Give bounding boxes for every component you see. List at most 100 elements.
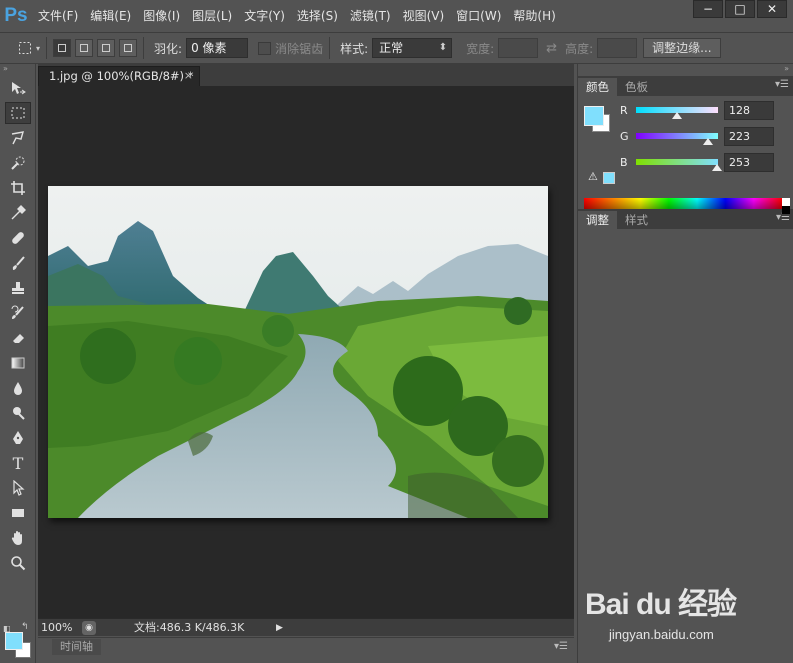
canvas-area[interactable]	[38, 86, 574, 618]
window-controls: − □ ✕	[693, 0, 787, 18]
move-tool-icon[interactable]	[5, 77, 31, 99]
menu-help[interactable]: 帮助(H)	[507, 0, 561, 32]
landscape-image	[48, 186, 548, 518]
zoom-tool-icon[interactable]	[5, 552, 31, 574]
minimize-button[interactable]: −	[693, 0, 723, 18]
red-slider-thumb[interactable]	[672, 112, 683, 119]
status-menu-arrow-icon[interactable]: ▶	[276, 623, 283, 633]
tool-preset-picker[interactable]: ▾	[0, 41, 40, 55]
black-white-ramp[interactable]	[782, 198, 790, 214]
photoshop-logo: Ps	[4, 5, 28, 26]
clone-stamp-tool-icon[interactable]	[5, 277, 31, 299]
menu-view[interactable]: 视图(V)	[397, 0, 451, 32]
toolbox: » T ◧ ↰	[0, 64, 36, 663]
red-slider[interactable]	[636, 107, 718, 119]
close-button[interactable]: ✕	[757, 0, 787, 18]
menu-image[interactable]: 图像(I)	[137, 0, 186, 32]
swap-dimensions-icon[interactable]: ⇄	[546, 41, 557, 56]
chevron-down-icon: ▾	[36, 43, 41, 53]
quick-select-tool-icon[interactable]	[5, 152, 31, 174]
type-tool-icon[interactable]: T	[5, 452, 31, 474]
color-swatches[interactable]: ◧ ↰	[3, 622, 33, 660]
red-label: R	[620, 103, 628, 117]
hand-tool-icon[interactable]	[5, 527, 31, 549]
green-slider-thumb[interactable]	[702, 138, 713, 145]
share-icon[interactable]: ◉	[82, 620, 96, 635]
zoom-level[interactable]: 100%	[38, 621, 82, 634]
menu-bar: Ps 文件(F) 编辑(E) 图像(I) 图层(L) 文字(Y) 选择(S) 滤…	[0, 0, 793, 32]
tab-styles[interactable]: 样式	[617, 211, 656, 229]
panel-menu-icon[interactable]: ▾☰	[554, 641, 568, 652]
menu-select[interactable]: 选择(S)	[291, 0, 344, 32]
antialias-checkbox[interactable]	[258, 41, 272, 55]
dodge-tool-icon[interactable]	[5, 402, 31, 424]
width-label: 宽度:	[466, 41, 495, 56]
maximize-button[interactable]: □	[725, 0, 755, 18]
height-input[interactable]	[597, 38, 638, 58]
eyedropper-tool-icon[interactable]	[5, 202, 31, 224]
red-value-input[interactable]: 128	[724, 100, 774, 120]
blue-slider-thumb[interactable]	[712, 164, 723, 171]
eraser-tool-icon[interactable]	[5, 327, 31, 349]
feather-input[interactable]: 0 像素	[186, 38, 249, 58]
lasso-tool-icon[interactable]	[5, 127, 31, 149]
swap-colors-icon[interactable]: ↰	[21, 622, 29, 632]
history-brush-tool-icon[interactable]	[5, 302, 31, 324]
foreground-color-swatch[interactable]	[5, 632, 23, 650]
subtract-selection-button[interactable]	[97, 39, 116, 57]
web-safe-color-swatch[interactable]	[603, 172, 615, 184]
blur-tool-icon[interactable]	[5, 377, 31, 399]
width-input[interactable]	[498, 38, 539, 58]
photoshop-window: Ps 文件(F) 编辑(E) 图像(I) 图层(L) 文字(Y) 选择(S) 滤…	[0, 0, 793, 663]
new-selection-button[interactable]	[53, 39, 72, 57]
green-slider[interactable]	[636, 133, 718, 145]
timeline-panel: 时间轴 ▾☰	[38, 637, 574, 655]
green-value-input[interactable]: 223	[724, 126, 774, 146]
refine-edge-button[interactable]: 调整边缘...	[643, 38, 721, 58]
collapse-toolbox-icon[interactable]: »	[0, 64, 35, 74]
green-label: G	[620, 129, 629, 143]
rectangle-tool-icon[interactable]	[5, 502, 31, 524]
path-select-tool-icon[interactable]	[5, 477, 31, 499]
healing-brush-tool-icon[interactable]	[5, 227, 31, 249]
foreground-color-box[interactable]	[584, 106, 604, 126]
menu-type[interactable]: 文字(Y)	[238, 0, 291, 32]
tab-timeline[interactable]: 时间轴	[52, 638, 101, 655]
intersect-selection-button[interactable]	[119, 39, 138, 57]
add-selection-button[interactable]	[75, 39, 94, 57]
landscape-photo[interactable]	[48, 186, 548, 518]
blue-channel-row: B 253	[620, 152, 790, 172]
menu-layer[interactable]: 图层(L)	[186, 0, 238, 32]
panel-menu-icon[interactable]: ▾☰	[775, 79, 789, 90]
brush-tool-icon[interactable]	[5, 252, 31, 274]
style-select[interactable]: 正常	[372, 38, 453, 58]
feather-label: 羽化:	[154, 41, 183, 56]
document-tab-title: 1.jpg @ 100%(RGB/8#) *	[49, 69, 194, 83]
height-label: 高度:	[565, 41, 594, 56]
color-panel-header: 颜色 色板 ▾☰	[578, 76, 793, 96]
document-tab[interactable]: 1.jpg @ 100%(RGB/8#) * ×	[38, 66, 200, 86]
gradient-tool-icon[interactable]	[5, 352, 31, 374]
gamut-warning-icon[interactable]: ⚠	[588, 170, 598, 183]
tab-adjustments[interactable]: 调整	[578, 211, 617, 229]
menu-filter[interactable]: 滤镜(T)	[344, 0, 397, 32]
tab-color[interactable]: 颜色	[578, 78, 617, 96]
adjustments-panel: 调整 样式 ▾☰	[578, 209, 793, 663]
marquee-tool-icon[interactable]	[5, 102, 31, 124]
separator	[46, 37, 48, 59]
color-panel: R 128 G 223 B 253 ⚠	[578, 96, 793, 220]
status-bar: 100% ◉ 文档:486.3 K/486.3K ▶	[38, 618, 574, 636]
blue-slider[interactable]	[636, 159, 723, 171]
collapse-dock-icon[interactable]: »	[578, 64, 793, 76]
tab-swatches[interactable]: 色板	[617, 78, 656, 96]
blue-value-input[interactable]: 253	[724, 152, 774, 172]
pen-tool-icon[interactable]	[5, 427, 31, 449]
crop-tool-icon[interactable]	[5, 177, 31, 199]
menu-edit[interactable]: 编辑(E)	[84, 0, 137, 32]
close-tab-icon[interactable]: ×	[184, 67, 193, 85]
blue-label: B	[620, 155, 628, 169]
green-channel-row: G 223	[620, 126, 790, 146]
menu-window[interactable]: 窗口(W)	[450, 0, 507, 32]
separator	[143, 37, 145, 59]
menu-file[interactable]: 文件(F)	[32, 0, 84, 32]
